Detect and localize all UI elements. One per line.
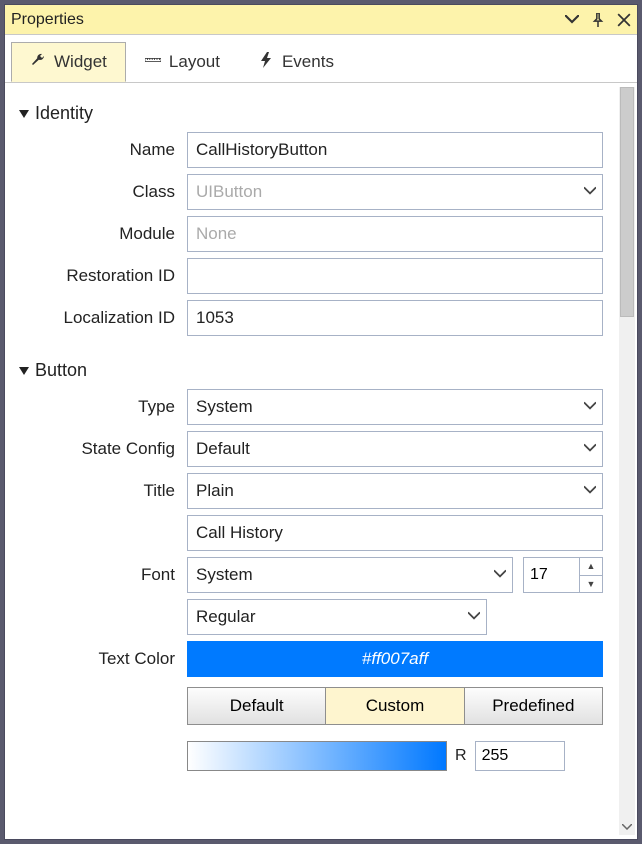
tab-layout[interactable]: Layout bbox=[126, 42, 239, 82]
scroll-down-icon[interactable] bbox=[619, 819, 635, 835]
section-button[interactable]: Button bbox=[19, 360, 603, 381]
tabstrip: Widget Layout Events bbox=[5, 35, 637, 83]
row-color-mode: Default Custom Predefined bbox=[15, 687, 603, 725]
tab-label: Widget bbox=[54, 52, 107, 72]
label-state-config: State Config bbox=[15, 439, 187, 459]
combo-type[interactable]: System bbox=[187, 389, 603, 425]
label-class: Class bbox=[15, 182, 187, 202]
row-name: Name bbox=[15, 132, 603, 168]
input-localization-id[interactable] bbox=[187, 300, 603, 336]
row-restoration-id: Restoration ID bbox=[15, 258, 603, 294]
section-identity[interactable]: Identity bbox=[19, 103, 603, 124]
segbtn-custom[interactable]: Custom bbox=[326, 687, 464, 725]
label-restoration-id: Restoration ID bbox=[15, 266, 187, 286]
segmented-color-mode: Default Custom Predefined bbox=[187, 687, 603, 725]
dropdown-icon[interactable] bbox=[565, 13, 579, 27]
gradient-preview[interactable] bbox=[187, 741, 447, 771]
input-font-size[interactable] bbox=[523, 557, 579, 593]
tab-widget[interactable]: Widget bbox=[11, 42, 126, 82]
tab-events[interactable]: Events bbox=[239, 42, 353, 82]
combo-font-weight-value: Regular bbox=[196, 607, 256, 627]
label-module: Module bbox=[15, 224, 187, 244]
scroll-area: Identity Name Class UIButton Module bbox=[5, 83, 637, 839]
input-module[interactable] bbox=[187, 216, 603, 252]
label-name: Name bbox=[15, 140, 187, 160]
section-title: Button bbox=[35, 360, 87, 381]
triangle-down-icon bbox=[19, 110, 29, 118]
color-swatch[interactable]: #ff007aff bbox=[187, 641, 603, 677]
combo-state-config[interactable]: Default bbox=[187, 431, 603, 467]
combo-font-family-value: System bbox=[196, 565, 253, 585]
row-class: Class UIButton bbox=[15, 174, 603, 210]
combo-class-value: UIButton bbox=[196, 182, 262, 202]
input-restoration-id[interactable] bbox=[187, 258, 603, 294]
combo-title-mode-value: Plain bbox=[196, 481, 234, 501]
combo-title-mode[interactable]: Plain bbox=[187, 473, 603, 509]
input-r[interactable] bbox=[475, 741, 565, 771]
ruler-icon bbox=[145, 52, 161, 73]
chevron-down-icon bbox=[584, 481, 596, 501]
close-icon[interactable] bbox=[617, 13, 631, 27]
properties-panel: Properties Widget Layout bbox=[4, 4, 638, 840]
input-name[interactable] bbox=[187, 132, 603, 168]
triangle-down-icon bbox=[19, 367, 29, 375]
panel-title: Properties bbox=[11, 11, 565, 29]
input-title-text[interactable] bbox=[187, 515, 603, 551]
row-font: Font System ▲ ▼ bbox=[15, 557, 603, 593]
combo-font-weight[interactable]: Regular bbox=[187, 599, 487, 635]
content: Identity Name Class UIButton Module bbox=[5, 83, 617, 839]
section-title: Identity bbox=[35, 103, 93, 124]
window-buttons bbox=[565, 13, 631, 27]
chevron-down-icon bbox=[584, 439, 596, 459]
label-r: R bbox=[455, 747, 467, 765]
combo-font-family[interactable]: System bbox=[187, 557, 513, 593]
combo-type-value: System bbox=[196, 397, 253, 417]
segbtn-predefined[interactable]: Predefined bbox=[465, 687, 603, 725]
titlebar: Properties bbox=[5, 5, 637, 35]
stepper-up[interactable]: ▲ bbox=[580, 558, 602, 576]
row-localization-id: Localization ID bbox=[15, 300, 603, 336]
row-module: Module bbox=[15, 216, 603, 252]
stepper-down[interactable]: ▼ bbox=[580, 576, 602, 593]
label-localization-id: Localization ID bbox=[15, 308, 187, 328]
color-hex: #ff007aff bbox=[362, 649, 428, 669]
pin-icon[interactable] bbox=[591, 13, 605, 27]
label-text-color: Text Color bbox=[15, 649, 187, 669]
row-rgb: R bbox=[15, 731, 603, 771]
combo-class[interactable]: UIButton bbox=[187, 174, 603, 210]
row-text-color: Text Color #ff007aff bbox=[15, 641, 603, 677]
wrench-icon bbox=[30, 52, 46, 73]
label-type: Type bbox=[15, 397, 187, 417]
combo-state-config-value: Default bbox=[196, 439, 250, 459]
chevron-down-icon bbox=[468, 607, 480, 627]
lightning-icon bbox=[258, 52, 274, 73]
row-title-text bbox=[15, 515, 603, 551]
scrollbar[interactable] bbox=[619, 87, 635, 835]
row-state-config: State Config Default bbox=[15, 431, 603, 467]
scrollbar-thumb[interactable] bbox=[620, 87, 634, 317]
tab-label: Events bbox=[282, 52, 334, 72]
label-title: Title bbox=[15, 481, 187, 501]
chevron-down-icon bbox=[584, 397, 596, 417]
stepper-font-size: ▲ ▼ bbox=[523, 557, 603, 593]
chevron-down-icon bbox=[584, 182, 596, 202]
row-type: Type System bbox=[15, 389, 603, 425]
segbtn-default[interactable]: Default bbox=[187, 687, 326, 725]
label-font: Font bbox=[15, 565, 187, 585]
row-font-weight: Regular bbox=[15, 599, 603, 635]
chevron-down-icon bbox=[494, 565, 506, 585]
tab-label: Layout bbox=[169, 52, 220, 72]
row-title-mode: Title Plain bbox=[15, 473, 603, 509]
